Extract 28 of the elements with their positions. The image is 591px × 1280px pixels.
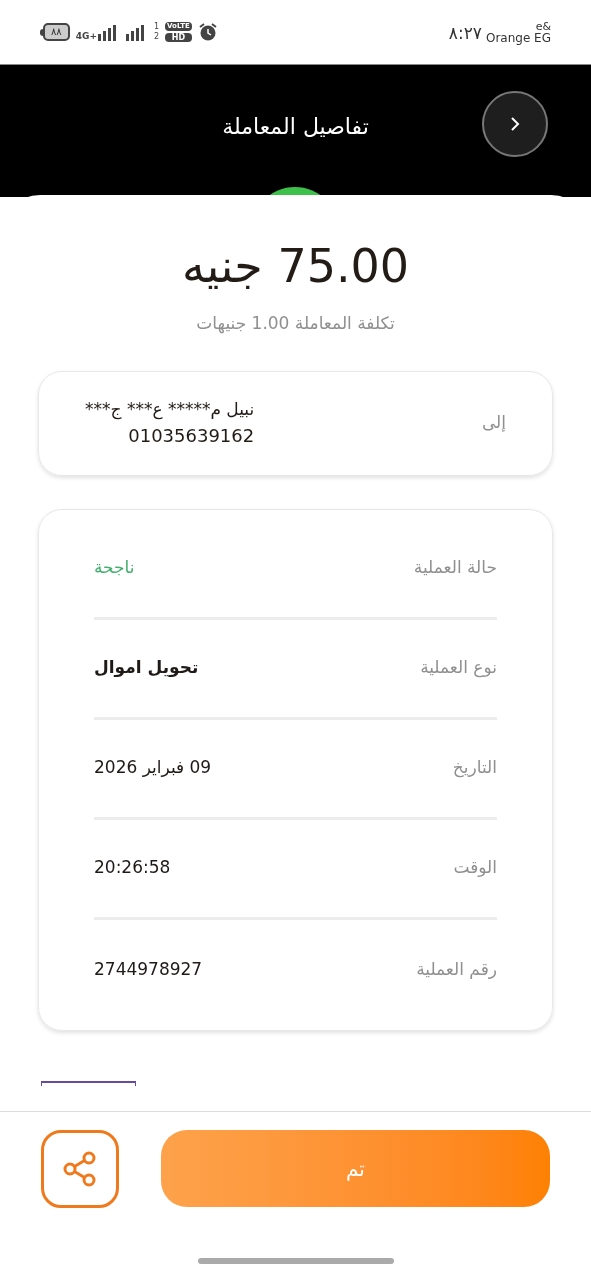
hd-badge: HD (165, 33, 192, 42)
detail-label: الوقت (453, 856, 497, 880)
recipient-phone: 01035639162 (128, 424, 255, 449)
done-button[interactable]: تم (161, 1130, 550, 1207)
battery-indicator: ٨٨ (43, 23, 70, 41)
detail-label: التاريخ (452, 756, 497, 780)
carrier-name: Orange EG (485, 31, 551, 44)
carrier-label: e& (535, 20, 551, 32)
detail-value: 09 فبراير 2026 (94, 756, 212, 780)
detail-value: 20:26:58 (94, 856, 171, 880)
recipient-label: إلى (481, 411, 506, 435)
recipient-name: نبيل م***** ع*** ج*** (85, 397, 255, 422)
sim-label: 1 (153, 22, 160, 32)
network-type: 4G+ (75, 32, 97, 41)
clock: ٨:٢٧ (448, 24, 482, 44)
detail-label: حالة العملية (413, 556, 497, 580)
detail-value: 2744978927 (94, 957, 203, 981)
chevron-right-icon (508, 115, 522, 133)
amount: 75.00 جنيه (181, 243, 410, 289)
page-title: تفاصيل المعاملة (222, 112, 369, 141)
share-button[interactable] (41, 1129, 119, 1208)
alarm-icon (197, 22, 218, 42)
detail-value: ناجحة (94, 556, 135, 580)
detail-label: نوع العملية (420, 656, 497, 680)
fee-text: تكلفة المعاملة 1.00 جنيهات (196, 312, 395, 336)
detail-label: رقم العملية (416, 957, 497, 981)
sim-label: 2 (153, 32, 160, 42)
detail-value: تحويل اموال (94, 656, 199, 680)
